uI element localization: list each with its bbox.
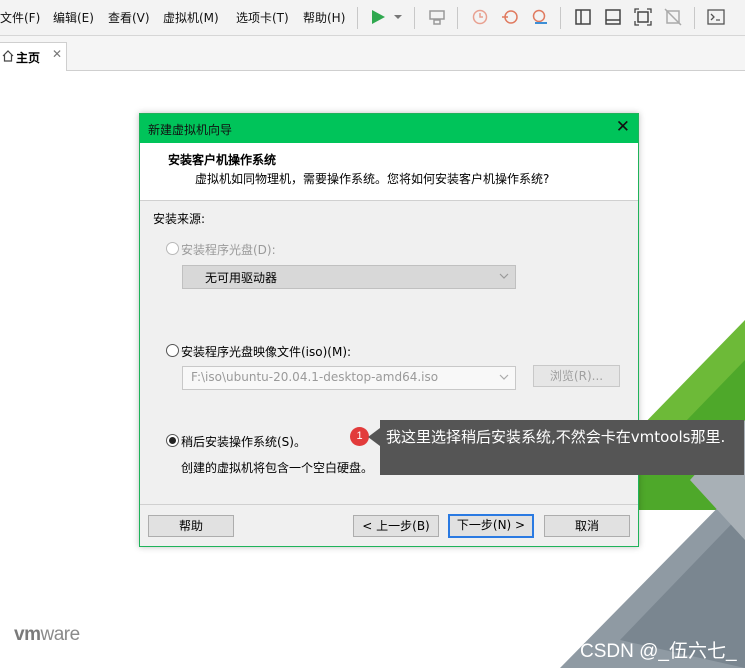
iso-path-value: F:\iso\ubuntu-20.04.1-desktop-amd64.iso [191,370,439,384]
play-icon[interactable] [369,8,387,26]
menu-bar: 文件(F) 编辑(E) 查看(V) 虚拟机(M) 选项卡(T) 帮助(H) [0,0,745,36]
callout-arrow [368,428,380,446]
install-source-label: 安装来源: [153,212,206,226]
toolbar-separator [457,7,458,29]
radio-selected-dot [169,437,176,444]
close-icon[interactable]: ✕ [52,47,62,61]
toolbar-separator [560,7,561,29]
close-icon[interactable]: ✕ [616,117,630,137]
sidebar-icon[interactable] [574,8,592,26]
radio-install-later[interactable] [166,434,179,447]
revert-snapshot-icon[interactable] [501,8,519,26]
fullscreen-icon[interactable] [634,8,652,26]
chevron-down-icon [499,270,509,280]
unity-icon[interactable] [664,8,682,26]
option-installer-disc-label: 安装程序光盘(D): [181,243,276,257]
vmware-logo: vmware [14,624,80,645]
menu-edit[interactable]: 编辑(E) [53,9,94,26]
dialog-heading: 安装客户机操作系统 [168,153,277,167]
option-iso-image-label: 安装程序光盘映像文件(iso)(M): [181,345,352,359]
annotation-text: 我这里选择稍后安装系统,不然会卡在vmtools那里. [386,428,726,446]
iso-path-combo: F:\iso\ubuntu-20.04.1-desktop-amd64.iso [182,366,516,390]
thumbnail-icon[interactable] [604,8,622,26]
dialog-subheading: 虚拟机如同物理机，需要操作系统。您将如何安装客户机操作系统? [195,172,550,186]
cancel-button[interactable]: 取消 [544,515,630,537]
toolbar-separator [694,7,695,29]
option-install-later-label: 稍后安装操作系统(S)。 [181,435,306,449]
watermark: CSDN @_伍六七_ [580,641,737,662]
dialog-titlebar: 新建虚拟机向导 ✕ [140,114,638,143]
menu-tabs[interactable]: 选项卡(T) [236,9,289,26]
toolbar-separator [414,7,415,29]
new-vm-wizard-dialog: 新建虚拟机向导 ✕ 安装客户机操作系统 虚拟机如同物理机，需要操作系统。您将如何… [139,113,639,547]
radio-iso-image[interactable] [166,344,179,357]
menu-help[interactable]: 帮助(H) [303,9,345,26]
dialog-title: 新建虚拟机向导 [148,123,233,137]
menu-view[interactable]: 查看(V) [108,9,150,26]
annotation-badge: 1 [350,427,369,446]
home-icon [2,50,14,62]
back-button[interactable]: < 上一步(B) [353,515,439,537]
console-icon[interactable] [707,8,725,26]
dialog-divider [140,504,638,505]
disc-drive-value: 无可用驱动器 [205,271,278,285]
send-keys-icon[interactable] [428,8,446,26]
radio-installer-disc [166,242,179,255]
help-button[interactable]: 帮助 [148,515,234,537]
dialog-header: 安装客户机操作系统 虚拟机如同物理机，需要操作系统。您将如何安装客户机操作系统? [140,143,638,201]
browse-button: 浏览(R)... [533,365,620,387]
toolbar-separator [357,7,358,29]
menu-file[interactable]: 文件(F) [0,9,40,26]
tab-bar: 主页 ✕ [0,36,745,71]
menu-vm[interactable]: 虚拟机(M) [163,9,219,26]
next-button[interactable]: 下一步(N) > [448,514,534,538]
manage-snapshots-icon[interactable] [531,8,549,26]
tab-home-label: 主页 [16,51,41,65]
annotation-callout: 我这里选择稍后安装系统,不然会卡在vmtools那里. [380,420,744,475]
install-later-description: 创建的虚拟机将包含一个空白硬盘。 [181,461,374,475]
dropdown-icon[interactable] [392,8,404,26]
snapshot-icon[interactable] [471,8,489,26]
disc-drive-select: 无可用驱动器 [182,265,516,289]
chevron-down-icon [499,371,509,381]
tab-home[interactable]: 主页 ✕ [0,42,67,71]
